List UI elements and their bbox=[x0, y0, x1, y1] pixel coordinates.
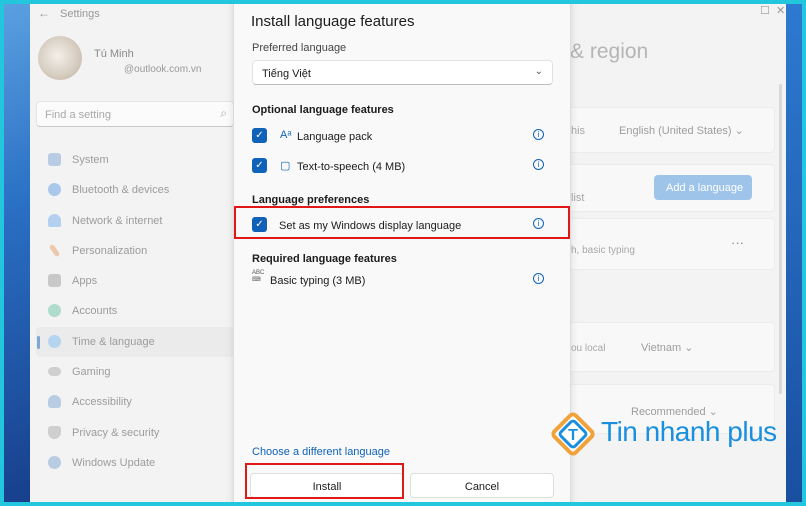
sidebar-item-label: Accounts bbox=[72, 305, 118, 318]
sidebar-item-apps[interactable]: Apps bbox=[36, 266, 234, 296]
sidebar-item-label: Privacy & security bbox=[72, 426, 160, 439]
profile-email: @outlook.com.vn bbox=[124, 64, 202, 75]
sidebar-item-label: Gaming bbox=[72, 366, 111, 379]
option-label: Text-to-speech (4 MB) bbox=[297, 161, 406, 173]
scrollbar[interactable] bbox=[779, 84, 782, 394]
bluetooth-icon bbox=[48, 183, 61, 197]
cancel-button[interactable]: Cancel bbox=[410, 473, 554, 498]
controller-icon bbox=[48, 367, 61, 377]
search-placeholder: Find a setting bbox=[45, 109, 112, 121]
sidebar-item-windows-update[interactable]: Windows Update bbox=[36, 448, 234, 478]
dropdown-value: Tiếng Việt bbox=[262, 68, 311, 80]
more-icon[interactable]: ··· bbox=[731, 235, 744, 250]
display-language-highlight bbox=[234, 206, 570, 239]
language-pack-icon: Aᵃ bbox=[280, 129, 292, 141]
preferred-language-dropdown[interactable]: Tiếng Việt ⌄ bbox=[252, 60, 553, 85]
brush-icon bbox=[48, 243, 61, 258]
add-language-button[interactable]: Add a language bbox=[654, 175, 752, 200]
info-icon[interactable]: i bbox=[533, 273, 544, 284]
info-icon[interactable]: i bbox=[533, 129, 544, 140]
sidebar-item-label: Accessibility bbox=[72, 396, 132, 409]
person-icon bbox=[48, 304, 61, 318]
sidebar-item-personalization[interactable]: Personalization bbox=[36, 236, 234, 266]
preferred-language-label: Preferred language bbox=[252, 42, 347, 54]
svg-text:T: T bbox=[568, 427, 578, 444]
card-label: list bbox=[571, 192, 585, 204]
optional-features-heading: Optional language features bbox=[252, 104, 394, 116]
back-arrow-icon[interactable]: ← bbox=[38, 6, 50, 20]
watermark-logo-icon: T bbox=[551, 412, 595, 456]
watermark: T Tin nhanh plus bbox=[551, 410, 796, 460]
sidebar-item-accounts[interactable]: Accounts bbox=[36, 296, 234, 326]
sidebar-item-label: Apps bbox=[72, 275, 98, 288]
profile-name: Tú Minh bbox=[94, 48, 134, 60]
card-label: ou local bbox=[571, 343, 606, 354]
choose-different-language-link[interactable]: Choose a different language bbox=[252, 446, 390, 458]
required-features-heading: Required language features bbox=[252, 253, 397, 265]
watermark-text: Tin nhanh plus bbox=[601, 416, 777, 447]
basic-typing-row: ABC ⌨ Basic typing (3 MB) i bbox=[252, 270, 552, 290]
chevron-down-icon: ⌄ bbox=[534, 66, 543, 77]
language-pack-checkbox[interactable]: ✓ bbox=[252, 128, 267, 143]
country-dropdown[interactable]: Vietnam ⌄ bbox=[641, 341, 693, 354]
basic-typing-icon: ABC ⌨ bbox=[252, 270, 265, 283]
chevron-down-icon: ⌄ bbox=[684, 342, 694, 354]
sidebar-item-system[interactable]: System bbox=[36, 145, 234, 175]
accessibility-icon bbox=[48, 395, 61, 409]
language-entry-detail: h, basic typing bbox=[571, 245, 635, 256]
card-label: his bbox=[571, 125, 586, 137]
dialog-title: Install language features bbox=[251, 13, 415, 30]
chevron-down-icon: ⌄ bbox=[734, 125, 744, 137]
sidebar-item-time-language[interactable]: Time & language bbox=[36, 326, 234, 358]
user-profile[interactable]: Tú Minh @outlook.com.vn bbox=[38, 36, 228, 84]
country-region-card: ou local Vietnam ⌄ bbox=[560, 322, 775, 372]
monitor-icon bbox=[48, 153, 61, 166]
text-to-speech-checkbox[interactable]: ✓ bbox=[252, 158, 267, 173]
speech-icon: ▢ bbox=[280, 160, 291, 172]
language-pack-row: ✓ Aᵃ Language pack i bbox=[252, 126, 552, 146]
windows-display-language-card: his English (United States) ⌄ bbox=[560, 107, 775, 153]
option-label: Basic typing (3 MB) bbox=[270, 275, 366, 287]
globe-clock-icon bbox=[48, 334, 61, 348]
info-icon[interactable]: i bbox=[533, 159, 544, 170]
window-title: Settings bbox=[60, 8, 100, 20]
search-icon[interactable]: ⌕ bbox=[220, 106, 227, 121]
apps-icon bbox=[48, 274, 61, 288]
text-to-speech-row: ✓ ▢ Text-to-speech (4 MB) i bbox=[252, 156, 552, 176]
dropdown-value: English (United States) bbox=[619, 125, 732, 137]
sidebar-item-label: Windows Update bbox=[72, 456, 156, 469]
sidebar-nav: System Bluetooth & devices Network & int… bbox=[36, 145, 234, 478]
search-input[interactable]: Find a setting ⌕ bbox=[36, 101, 234, 127]
install-button-highlight bbox=[245, 463, 404, 499]
sidebar-item-label: System bbox=[72, 154, 109, 166]
dropdown-value: Vietnam bbox=[641, 342, 682, 354]
display-language-dropdown[interactable]: English (United States) ⌄ bbox=[619, 124, 744, 137]
update-icon bbox=[48, 455, 61, 469]
sidebar-item-label: Network & internet bbox=[72, 214, 163, 227]
sidebar-item-label: Time & language bbox=[72, 335, 155, 348]
close-icon[interactable]: ✕ bbox=[776, 4, 785, 17]
install-language-dialog: Install language features Preferred lang… bbox=[233, 4, 571, 502]
sidebar-item-gaming[interactable]: Gaming bbox=[36, 357, 234, 387]
sidebar-item-label: Personalization bbox=[72, 244, 148, 257]
page-title: & region bbox=[570, 40, 649, 63]
wifi-icon bbox=[48, 213, 61, 227]
option-label: Language pack bbox=[297, 131, 373, 143]
language-preferences-heading: Language preferences bbox=[252, 194, 370, 206]
maximize-icon[interactable]: ☐ bbox=[760, 4, 770, 17]
sidebar-item-label: Bluetooth & devices bbox=[72, 184, 170, 197]
avatar bbox=[38, 36, 82, 80]
language-entry-card[interactable]: h, basic typing ··· bbox=[560, 218, 775, 270]
sidebar-item-accessibility[interactable]: Accessibility bbox=[36, 387, 234, 417]
shield-icon bbox=[48, 425, 61, 439]
sidebar-item-network[interactable]: Network & internet bbox=[36, 206, 234, 236]
sidebar-item-bluetooth[interactable]: Bluetooth & devices bbox=[36, 175, 234, 205]
sidebar-item-privacy[interactable]: Privacy & security bbox=[36, 418, 234, 448]
